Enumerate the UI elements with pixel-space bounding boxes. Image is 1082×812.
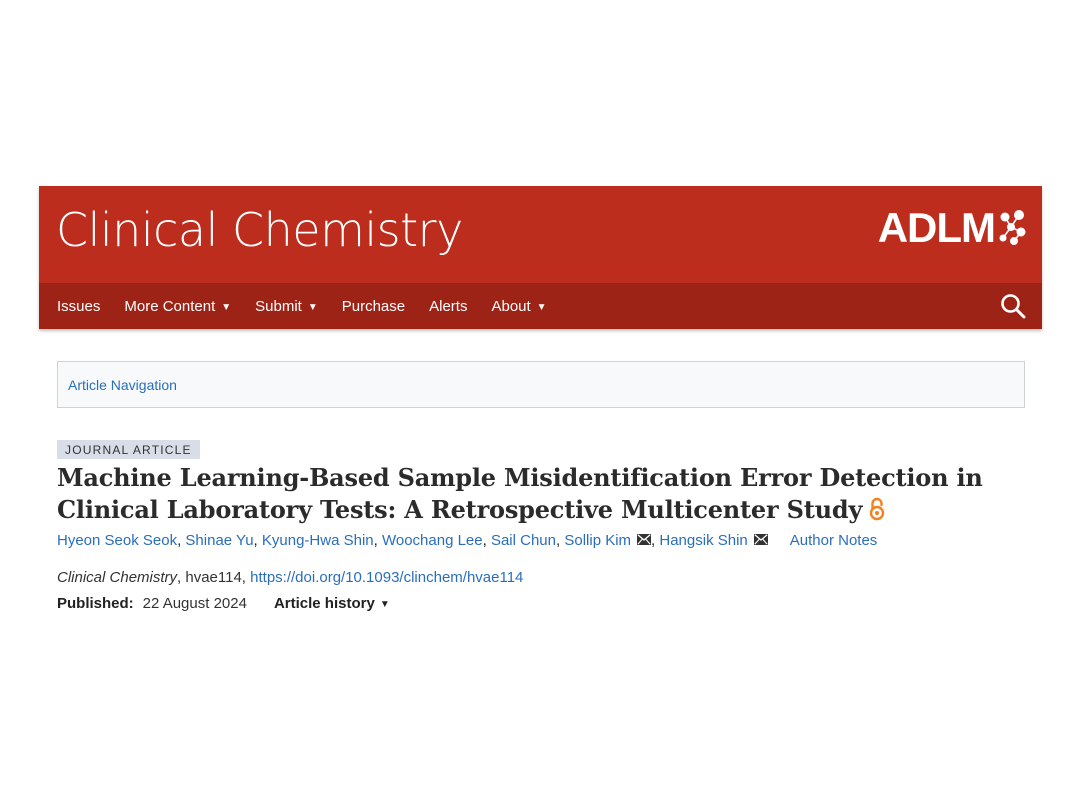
author-link[interactable]: Kyung-Hwa Shin: [262, 532, 374, 549]
nav-item-label: Alerts: [429, 297, 468, 315]
author-list: Hyeon Seok Seok, Shinae Yu, Kyung-Hwa Sh…: [57, 532, 878, 549]
author-link[interactable]: Sollip Kim: [564, 532, 631, 549]
author-link[interactable]: Hyeon Seok Seok: [57, 532, 177, 549]
article-navigation[interactable]: Article Navigation: [57, 361, 1025, 408]
article-type-badge: JOURNAL ARTICLE: [57, 440, 200, 459]
author-link[interactable]: Shinae Yu: [185, 532, 253, 549]
publication-info: Published: 22 August 2024 Article histor…: [57, 593, 390, 615]
envelope-icon[interactable]: [637, 534, 652, 545]
adlm-logo[interactable]: ADLM: [877, 204, 1027, 251]
author-notes-link[interactable]: Author Notes: [790, 532, 878, 549]
open-access-icon: [869, 497, 885, 521]
citation-id: , hvae114,: [177, 569, 251, 586]
nav-item-purchase[interactable]: Purchase: [342, 298, 405, 315]
article-history-toggle[interactable]: Article history ▼: [274, 593, 390, 615]
article-history-label: Article history: [273, 595, 375, 612]
citation-journal: Clinical Chemistry: [57, 569, 178, 586]
nav-item-about[interactable]: About ▼: [491, 298, 546, 315]
nav-item-issues[interactable]: Issues: [57, 298, 100, 315]
page: Clinical Chemistry ADLM Issues More Cont…: [0, 0, 1082, 812]
brand-bar: Clinical Chemistry ADLM: [39, 186, 1042, 283]
caret-down-icon: ▼: [307, 301, 318, 313]
caret-down-icon: ▼: [536, 301, 547, 313]
nav-item-more-content[interactable]: More Content ▼: [124, 298, 231, 315]
nav-item-label: About: [491, 297, 531, 315]
envelope-icon[interactable]: [753, 534, 768, 545]
search-icon[interactable]: [1000, 293, 1026, 319]
author-link[interactable]: Sail Chun: [491, 532, 556, 549]
citation: Clinical Chemistry, hvae114, https://doi…: [57, 568, 523, 588]
nav-item-label: Submit: [255, 297, 302, 315]
site-header: Clinical Chemistry ADLM Issues More Cont…: [39, 186, 1042, 329]
caret-down-icon: ▼: [379, 599, 390, 610]
published-label: Published:: [57, 595, 134, 612]
journal-title[interactable]: Clinical Chemistry: [56, 200, 463, 260]
nav-list: Issues More Content ▼ Submit ▼ Purchase …: [57, 283, 571, 329]
nav-item-label: Issues: [57, 297, 101, 315]
article-navigation-label[interactable]: Article Navigation: [68, 377, 177, 393]
author-link[interactable]: Woochang Lee: [382, 532, 483, 549]
author-link[interactable]: Hangsik Shin: [659, 532, 747, 549]
adlm-logo-text: ADLM: [877, 204, 996, 251]
article-title: Machine Learning-Based Sample Misidentif…: [57, 462, 1027, 526]
nav-item-label: Purchase: [341, 297, 406, 315]
nav-item-alerts[interactable]: Alerts: [429, 298, 467, 315]
nav-item-submit[interactable]: Submit ▼: [255, 298, 318, 315]
nav-item-label: More Content: [124, 297, 216, 315]
main-nav: Issues More Content ▼ Submit ▼ Purchase …: [39, 283, 1042, 329]
published-date: 22 August 2024: [142, 595, 247, 612]
article-title-text: Machine Learning-Based Sample Misidentif…: [57, 463, 983, 524]
caret-down-icon: ▼: [221, 301, 232, 313]
doi-link[interactable]: https://doi.org/10.1093/clinchem/hvae114: [250, 569, 523, 586]
molecule-icon: [999, 210, 1026, 245]
